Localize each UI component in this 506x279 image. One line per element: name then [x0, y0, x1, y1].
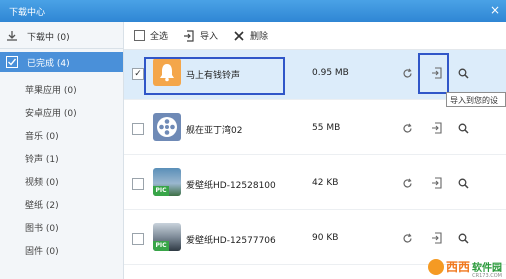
delete-button[interactable]: 删除	[233, 29, 268, 42]
search-icon[interactable]	[456, 231, 470, 245]
watermark-domain: CR173.COM	[472, 273, 502, 279]
select-all-label: 全选	[150, 32, 169, 42]
watermark-logo: 西西 软件园 CR173.COM	[427, 258, 502, 279]
wallpaper-thumbnail: PIC	[153, 223, 181, 251]
sidebar-divider	[0, 48, 123, 49]
sidebar-item-videos[interactable]: 视频 (0)	[25, 175, 59, 188]
import-label: 导入	[200, 32, 219, 42]
file-name: 舰在亚丁湾02	[186, 126, 243, 136]
file-size: 90 KB	[312, 233, 339, 243]
import-button[interactable]: 导入	[183, 29, 218, 42]
file-size: 42 KB	[312, 178, 339, 188]
watermark-brand: 西西	[445, 260, 470, 274]
check-icon	[5, 55, 19, 69]
import-icon[interactable]	[430, 121, 444, 135]
film-reel-icon	[153, 113, 181, 141]
close-icon[interactable]: ×	[488, 3, 502, 17]
checkbox-icon	[133, 30, 145, 42]
file-name: 爱壁纸HD-12528100	[186, 181, 276, 191]
search-icon[interactable]	[456, 176, 470, 190]
window-title: 下载中心	[9, 8, 46, 18]
table-row[interactable]: 舰在亚丁湾02 55 MB	[124, 105, 506, 155]
sidebar-item-label: 已完成 (4)	[27, 58, 70, 69]
sidebar-item-completed[interactable]: 已完成 (4)	[0, 52, 123, 72]
select-all-button[interactable]: 全选	[133, 29, 168, 42]
import-icon[interactable]	[430, 176, 444, 190]
pic-badge: PIC	[153, 241, 169, 251]
search-icon[interactable]	[456, 66, 470, 80]
x-icon	[233, 30, 245, 42]
sidebar-item-android-apps[interactable]: 安卓应用 (0)	[25, 106, 77, 119]
watermark-emblem	[427, 258, 444, 275]
wallpaper-thumbnail: PIC	[153, 168, 181, 196]
sidebar-item-downloading[interactable]: 下载中 (0)	[0, 26, 123, 46]
row-checkbox[interactable]	[132, 123, 144, 135]
sidebar-item-music[interactable]: 音乐 (0)	[25, 129, 59, 142]
sidebar-item-firmware[interactable]: 固件 (0)	[25, 244, 59, 257]
sidebar: 下载中 (0) 已完成 (4) 苹果应用 (0) 安卓应用 (0) 音乐 (0)…	[0, 22, 124, 279]
retry-icon[interactable]	[400, 176, 414, 190]
table-row[interactable]: PIC 爱壁纸HD-12528100 42 KB	[124, 160, 506, 210]
sidebar-item-label: 下载中 (0)	[27, 32, 70, 43]
file-name: 爱壁纸HD-12577706	[186, 236, 276, 246]
file-size: 0.95 MB	[312, 68, 349, 78]
title-bar: 下载中心 ×	[0, 0, 506, 22]
watermark-tag: 软件园	[472, 263, 502, 274]
retry-icon[interactable]	[400, 66, 414, 80]
toolbar: 全选 导入 删除	[124, 22, 506, 50]
sidebar-item-wallpapers[interactable]: 壁纸 (2)	[25, 198, 59, 211]
import-tooltip: 导入到您的设	[446, 92, 506, 107]
file-size: 55 MB	[312, 123, 341, 133]
highlight-box-import	[418, 53, 449, 94]
row-checkbox[interactable]	[132, 233, 144, 245]
sidebar-item-ringtones[interactable]: 铃声 (1)	[25, 152, 59, 165]
search-icon[interactable]	[456, 121, 470, 135]
sidebar-item-apple-apps[interactable]: 苹果应用 (0)	[25, 83, 77, 96]
import-icon[interactable]	[430, 231, 444, 245]
retry-icon[interactable]	[400, 121, 414, 135]
highlight-box-filename	[144, 57, 285, 95]
row-checkbox[interactable]: ✓	[132, 68, 144, 80]
download-icon	[5, 29, 19, 43]
retry-icon[interactable]	[400, 231, 414, 245]
delete-label: 删除	[250, 32, 269, 42]
sidebar-item-books[interactable]: 图书 (0)	[25, 221, 59, 234]
row-checkbox[interactable]	[132, 178, 144, 190]
import-icon	[183, 29, 195, 42]
pic-badge: PIC	[153, 186, 169, 196]
